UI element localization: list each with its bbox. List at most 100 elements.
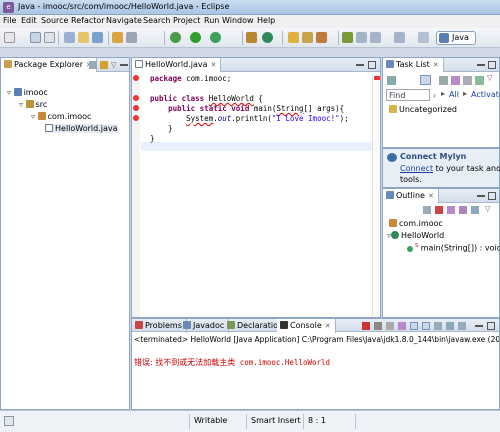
hide-nonpublic-icon[interactable] xyxy=(459,206,467,214)
terminate-icon[interactable] xyxy=(362,322,370,330)
filter-all-link[interactable]: All xyxy=(449,90,459,99)
pen-icon[interactable] xyxy=(316,32,327,43)
search-icon[interactable] xyxy=(92,32,103,43)
maximize-icon[interactable] xyxy=(488,61,496,69)
coverage-icon[interactable] xyxy=(210,32,221,43)
tab-task-list[interactable]: Task List ✕ xyxy=(383,58,444,72)
package-folder-icon[interactable] xyxy=(302,32,313,43)
chevron-right-icon[interactable]: ▸ xyxy=(441,89,445,98)
connect-link[interactable]: Connect xyxy=(400,164,433,173)
menu-search[interactable]: Search xyxy=(143,16,170,25)
collapse-all-icon[interactable] xyxy=(89,61,97,69)
new-task-icon[interactable] xyxy=(387,76,396,85)
minimize-icon[interactable] xyxy=(475,325,483,327)
word-wrap-icon[interactable] xyxy=(410,322,418,330)
code-line[interactable]: public class HelloWorld { xyxy=(150,94,263,103)
maximize-icon[interactable] xyxy=(487,322,495,330)
pin-console-icon[interactable] xyxy=(434,322,442,330)
scroll-lock-icon[interactable] xyxy=(398,322,406,330)
view-menu-icon[interactable]: ▽ xyxy=(485,205,490,213)
view-menu-icon[interactable]: ▽ xyxy=(487,74,492,82)
menu-project[interactable]: Project xyxy=(173,16,200,25)
overview-ruler[interactable] xyxy=(372,74,380,316)
menu-navigate[interactable]: Navigate xyxy=(106,16,142,25)
chevron-right-icon[interactable]: › xyxy=(433,91,436,100)
tab-outline[interactable]: Outline ✕ xyxy=(383,189,439,203)
open-console-icon[interactable] xyxy=(458,322,466,330)
menu-window[interactable]: Window xyxy=(222,16,254,25)
tab-helloworld-java[interactable]: HelloWorld.java ✕ xyxy=(132,58,222,72)
error-marker-icon[interactable] xyxy=(133,95,139,101)
maximize-icon[interactable] xyxy=(368,61,376,69)
tree-item-package[interactable]: ▿ com.imooc xyxy=(31,112,91,121)
sort-icon[interactable] xyxy=(423,206,431,214)
java-perspective-button[interactable]: Java xyxy=(436,31,476,45)
close-icon[interactable]: ✕ xyxy=(428,192,434,200)
hide-fields-icon[interactable] xyxy=(435,206,443,214)
categorized-icon[interactable] xyxy=(420,75,431,85)
sync-icon[interactable] xyxy=(475,76,484,85)
fast-view-icon[interactable] xyxy=(4,416,14,426)
display-console-icon[interactable] xyxy=(446,322,454,330)
marker-icon[interactable] xyxy=(342,32,353,43)
hide-local-types-icon[interactable] xyxy=(471,206,479,214)
tree-item-java-file[interactable]: HelloWorld.java xyxy=(45,124,118,133)
remove-launch-icon[interactable] xyxy=(374,322,382,330)
chevron-right-icon[interactable]: ▸ xyxy=(463,89,467,98)
code-line[interactable]: package com.imooc; xyxy=(150,74,231,83)
minimize-icon[interactable] xyxy=(477,195,485,197)
menu-source[interactable]: Source xyxy=(41,16,68,25)
error-overview-marker[interactable] xyxy=(374,76,380,80)
view-menu-icon[interactable]: ▽ xyxy=(111,61,119,69)
back-icon[interactable] xyxy=(370,32,381,43)
open-project-icon[interactable] xyxy=(288,32,299,43)
focus-icon[interactable] xyxy=(439,76,448,85)
close-icon[interactable]: ✕ xyxy=(211,61,217,69)
filter-icon[interactable] xyxy=(451,76,460,85)
new-icon[interactable] xyxy=(4,32,15,43)
minimize-icon[interactable] xyxy=(356,64,364,66)
code-line[interactable]: } xyxy=(150,134,155,143)
open-task-icon[interactable] xyxy=(112,32,123,43)
annotation-icon[interactable] xyxy=(126,32,137,43)
code-line[interactable]: System.out.println("I Love Imooc!"); xyxy=(150,114,349,123)
outline-item-class[interactable]: ▿ HelloWorld xyxy=(387,231,444,240)
tab-package-explorer[interactable]: Package Explorer✕ xyxy=(1,58,97,72)
forward-icon[interactable] xyxy=(394,32,405,43)
minimize-icon[interactable] xyxy=(120,64,128,66)
show-console-icon[interactable] xyxy=(422,322,430,330)
error-marker-icon[interactable] xyxy=(133,75,139,81)
close-icon[interactable]: ✕ xyxy=(433,61,439,69)
close-icon[interactable]: ✕ xyxy=(325,322,331,330)
menu-help[interactable]: Help xyxy=(257,16,275,25)
collapse-icon[interactable] xyxy=(463,76,472,85)
tab-problems[interactable]: Problems xyxy=(132,319,187,333)
tab-javadoc[interactable]: Javadoc xyxy=(180,319,230,333)
open-folder-icon[interactable] xyxy=(78,32,89,43)
activate-link[interactable]: Activate... xyxy=(471,90,500,99)
maximize-icon[interactable] xyxy=(488,192,496,200)
error-marker-icon[interactable] xyxy=(133,115,139,121)
minimize-icon[interactable] xyxy=(477,64,485,66)
outline-item-method[interactable]: S main(String[]) : void xyxy=(407,243,500,253)
save-all-icon[interactable] xyxy=(44,32,55,43)
code-line[interactable]: public static void main(String[] args){ xyxy=(150,104,344,113)
open-perspective-icon[interactable] xyxy=(418,32,429,43)
new-class-icon[interactable] xyxy=(262,32,273,43)
clear-console-icon[interactable] xyxy=(386,322,394,330)
code-line[interactable]: } xyxy=(150,124,173,133)
tree-item-project[interactable]: ▿ imooc xyxy=(7,88,48,97)
hide-static-icon[interactable] xyxy=(447,206,455,214)
open-type-icon[interactable] xyxy=(64,32,75,43)
menu-edit[interactable]: Edit xyxy=(21,16,37,25)
error-marker-icon[interactable] xyxy=(133,105,139,111)
next-annotation-icon[interactable] xyxy=(356,32,367,43)
link-editor-icon[interactable] xyxy=(100,61,108,69)
tree-item-src[interactable]: ▿ src xyxy=(19,100,47,109)
outline-item-package[interactable]: com.imooc xyxy=(389,219,443,228)
run-icon[interactable] xyxy=(190,32,201,43)
menu-file[interactable]: File xyxy=(3,16,16,25)
menu-refactor[interactable]: Refactor xyxy=(71,16,105,25)
find-input[interactable]: Find xyxy=(386,89,430,101)
debug-icon[interactable] xyxy=(170,32,181,43)
